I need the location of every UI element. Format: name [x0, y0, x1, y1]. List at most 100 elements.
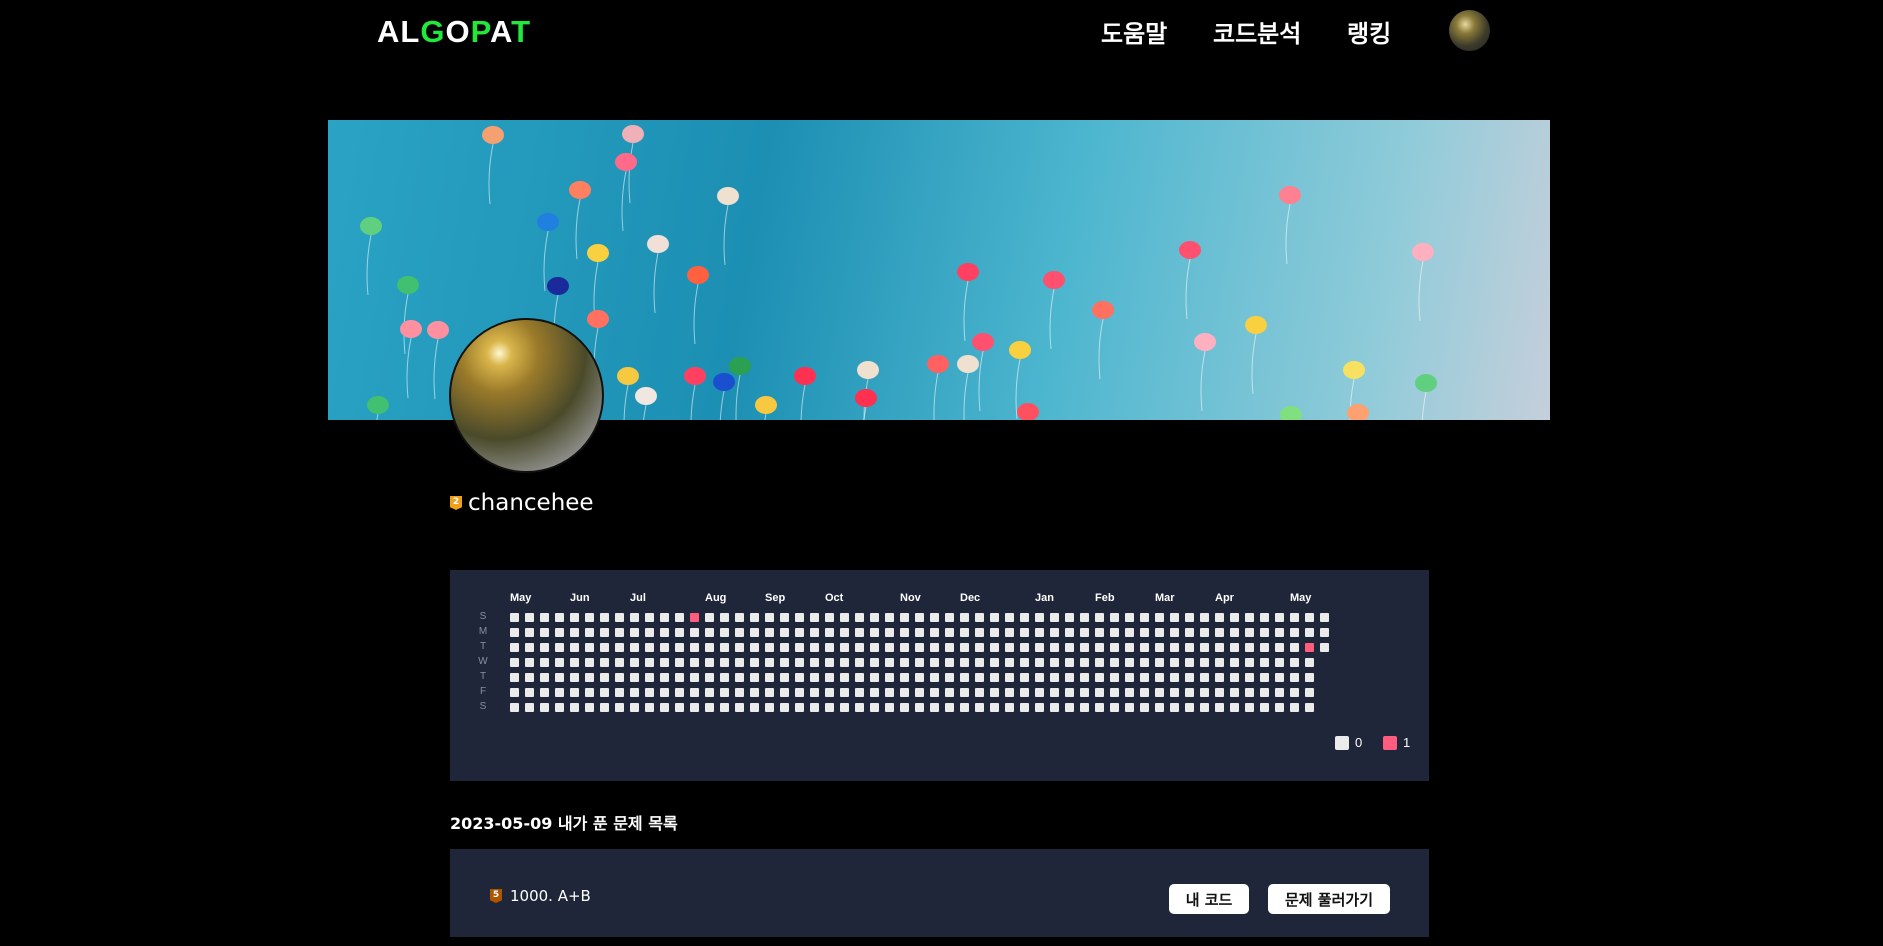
- calendar-day-cell[interactable]: [735, 703, 744, 712]
- calendar-day-cell[interactable]: [960, 688, 969, 697]
- calendar-day-cell[interactable]: [945, 613, 954, 622]
- calendar-day-cell[interactable]: [510, 688, 519, 697]
- calendar-day-cell[interactable]: [1275, 658, 1284, 667]
- calendar-day-cell[interactable]: [1305, 673, 1314, 682]
- calendar-day-cell[interactable]: [1290, 688, 1299, 697]
- calendar-day-cell[interactable]: [705, 658, 714, 667]
- calendar-day-cell[interactable]: [1290, 703, 1299, 712]
- calendar-day-cell[interactable]: [1245, 628, 1254, 637]
- calendar-day-cell[interactable]: [540, 703, 549, 712]
- calendar-day-cell[interactable]: [1110, 703, 1119, 712]
- calendar-day-cell[interactable]: [885, 673, 894, 682]
- calendar-day-cell[interactable]: [1260, 688, 1269, 697]
- calendar-day-cell[interactable]: [1125, 628, 1134, 637]
- calendar-day-cell[interactable]: [1020, 688, 1029, 697]
- calendar-day-cell[interactable]: [990, 643, 999, 652]
- calendar-day-cell[interactable]: [825, 703, 834, 712]
- calendar-day-cell[interactable]: [570, 658, 579, 667]
- calendar-day-cell[interactable]: [1170, 658, 1179, 667]
- calendar-day-cell[interactable]: [690, 658, 699, 667]
- calendar-day-cell[interactable]: [645, 643, 654, 652]
- calendar-day-cell[interactable]: [960, 703, 969, 712]
- calendar-day-cell[interactable]: [900, 658, 909, 667]
- calendar-day-cell[interactable]: [1095, 688, 1104, 697]
- calendar-day-cell[interactable]: [1320, 643, 1329, 652]
- calendar-day-cell[interactable]: [1110, 658, 1119, 667]
- calendar-day-cell[interactable]: [1170, 643, 1179, 652]
- calendar-day-cell[interactable]: [720, 613, 729, 622]
- calendar-day-cell[interactable]: [840, 688, 849, 697]
- calendar-day-cell[interactable]: [1140, 628, 1149, 637]
- calendar-day-cell[interactable]: [705, 673, 714, 682]
- calendar-day-cell[interactable]: [1020, 673, 1029, 682]
- calendar-day-cell[interactable]: [765, 688, 774, 697]
- calendar-day-cell[interactable]: [1275, 643, 1284, 652]
- calendar-day-cell[interactable]: [885, 658, 894, 667]
- calendar-day-cell[interactable]: [930, 613, 939, 622]
- calendar-day-cell[interactable]: [960, 658, 969, 667]
- calendar-day-cell[interactable]: [750, 628, 759, 637]
- calendar-day-cell[interactable]: [780, 688, 789, 697]
- calendar-day-cell[interactable]: [570, 643, 579, 652]
- calendar-day-cell[interactable]: [540, 688, 549, 697]
- calendar-day-cell[interactable]: [780, 658, 789, 667]
- calendar-day-cell[interactable]: [840, 643, 849, 652]
- calendar-day-cell[interactable]: [510, 673, 519, 682]
- calendar-day-cell[interactable]: [990, 703, 999, 712]
- calendar-day-cell[interactable]: [1215, 643, 1224, 652]
- calendar-day-cell[interactable]: [1095, 673, 1104, 682]
- calendar-day-cell[interactable]: [1200, 688, 1209, 697]
- calendar-day-cell[interactable]: [960, 613, 969, 622]
- calendar-day-cell[interactable]: [900, 628, 909, 637]
- calendar-day-cell[interactable]: [1215, 673, 1224, 682]
- calendar-day-cell[interactable]: [525, 703, 534, 712]
- calendar-day-cell[interactable]: [765, 703, 774, 712]
- calendar-day-cell[interactable]: [855, 613, 864, 622]
- calendar-day-cell[interactable]: [600, 613, 609, 622]
- calendar-day-cell[interactable]: [960, 643, 969, 652]
- calendar-day-cell[interactable]: [1170, 628, 1179, 637]
- calendar-day-cell[interactable]: [540, 613, 549, 622]
- logo[interactable]: ALGOPAT: [377, 14, 531, 50]
- my-code-button[interactable]: 내 코드: [1169, 884, 1249, 914]
- calendar-day-cell[interactable]: [720, 673, 729, 682]
- calendar-day-cell[interactable]: [1260, 628, 1269, 637]
- calendar-day-cell[interactable]: [945, 703, 954, 712]
- calendar-day-cell[interactable]: [1020, 628, 1029, 637]
- calendar-day-cell[interactable]: [615, 673, 624, 682]
- calendar-day-cell[interactable]: [900, 673, 909, 682]
- calendar-day-cell[interactable]: [1155, 688, 1164, 697]
- calendar-day-cell[interactable]: [810, 628, 819, 637]
- calendar-day-cell[interactable]: [540, 643, 549, 652]
- calendar-day-cell[interactable]: [585, 613, 594, 622]
- calendar-day-cell[interactable]: [1005, 613, 1014, 622]
- calendar-day-cell[interactable]: [705, 688, 714, 697]
- calendar-day-cell[interactable]: [600, 658, 609, 667]
- calendar-day-cell[interactable]: [645, 613, 654, 622]
- calendar-day-cell[interactable]: [570, 703, 579, 712]
- calendar-day-cell[interactable]: [1035, 703, 1044, 712]
- calendar-day-cell[interactable]: [825, 673, 834, 682]
- calendar-day-cell[interactable]: [990, 688, 999, 697]
- calendar-day-cell[interactable]: [675, 628, 684, 637]
- calendar-day-cell[interactable]: [810, 613, 819, 622]
- calendar-day-cell[interactable]: [870, 643, 879, 652]
- calendar-day-cell[interactable]: [825, 688, 834, 697]
- calendar-day-cell[interactable]: [1320, 613, 1329, 622]
- calendar-day-cell[interactable]: [750, 643, 759, 652]
- calendar-day-cell[interactable]: [1215, 613, 1224, 622]
- calendar-day-cell[interactable]: [780, 673, 789, 682]
- calendar-day-cell[interactable]: [885, 628, 894, 637]
- calendar-day-cell[interactable]: [825, 613, 834, 622]
- calendar-day-cell[interactable]: [1275, 673, 1284, 682]
- calendar-day-cell[interactable]: [540, 658, 549, 667]
- calendar-day-cell[interactable]: [1065, 628, 1074, 637]
- calendar-day-cell[interactable]: [735, 613, 744, 622]
- calendar-day-cell[interactable]: [1275, 628, 1284, 637]
- calendar-day-cell[interactable]: [1170, 688, 1179, 697]
- calendar-day-cell[interactable]: [660, 703, 669, 712]
- calendar-day-cell[interactable]: [1200, 628, 1209, 637]
- calendar-day-cell[interactable]: [765, 628, 774, 637]
- calendar-day-cell[interactable]: [795, 658, 804, 667]
- calendar-day-cell[interactable]: [585, 628, 594, 637]
